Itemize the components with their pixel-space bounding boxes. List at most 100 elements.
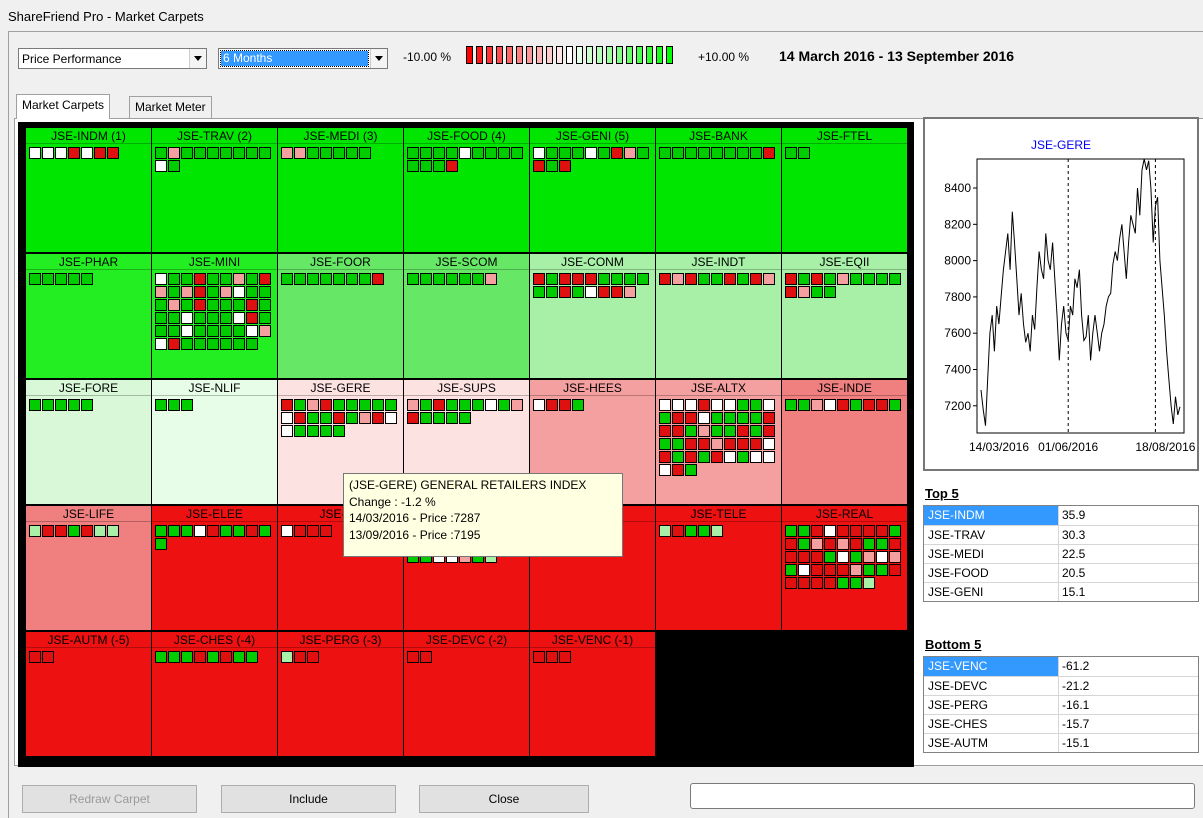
share-square[interactable] xyxy=(824,577,836,589)
share-square[interactable] xyxy=(837,564,849,576)
share-square[interactable] xyxy=(737,425,749,437)
share-square[interactable] xyxy=(863,525,875,537)
share-square[interactable] xyxy=(94,525,106,537)
share-square[interactable] xyxy=(155,325,167,337)
share-square[interactable] xyxy=(559,399,571,411)
share-square[interactable] xyxy=(281,412,293,424)
share-square[interactable] xyxy=(233,325,245,337)
table-row[interactable]: JSE-INDM 35.9 xyxy=(924,506,1198,525)
share-square[interactable] xyxy=(281,651,293,663)
share-square[interactable] xyxy=(798,525,810,537)
share-square[interactable] xyxy=(863,538,875,550)
share-square[interactable] xyxy=(485,273,497,285)
share-square[interactable] xyxy=(546,160,558,172)
share-square[interactable] xyxy=(685,525,697,537)
share-square[interactable] xyxy=(181,399,193,411)
share-square[interactable] xyxy=(511,399,523,411)
share-square[interactable] xyxy=(498,147,510,159)
share-square[interactable] xyxy=(546,286,558,298)
share-square[interactable] xyxy=(29,399,41,411)
share-square[interactable] xyxy=(824,564,836,576)
share-square[interactable] xyxy=(850,273,862,285)
share-square[interactable] xyxy=(220,312,232,324)
share-square[interactable] xyxy=(294,425,306,437)
chevron-down-icon[interactable] xyxy=(189,49,206,68)
share-square[interactable] xyxy=(220,338,232,350)
share-square[interactable] xyxy=(798,564,810,576)
share-square[interactable] xyxy=(724,451,736,463)
sector-cell[interactable]: JSE-MINI xyxy=(152,254,277,378)
share-square[interactable] xyxy=(333,399,345,411)
share-square[interactable] xyxy=(29,525,41,537)
share-square[interactable] xyxy=(194,147,206,159)
share-square[interactable] xyxy=(346,147,358,159)
share-square[interactable] xyxy=(889,273,901,285)
share-square[interactable] xyxy=(407,412,419,424)
share-square[interactable] xyxy=(333,147,345,159)
share-square[interactable] xyxy=(798,147,810,159)
sector-cell[interactable]: JSE-FOOR xyxy=(278,254,403,378)
share-square[interactable] xyxy=(372,412,384,424)
share-square[interactable] xyxy=(333,273,345,285)
share-square[interactable] xyxy=(711,525,723,537)
share-square[interactable] xyxy=(433,147,445,159)
share-square[interactable] xyxy=(307,399,319,411)
share-square[interactable] xyxy=(750,412,762,424)
sector-cell[interactable]: JSE-TELE xyxy=(656,506,781,630)
share-square[interactable] xyxy=(724,425,736,437)
share-square[interactable] xyxy=(246,312,258,324)
share-square[interactable] xyxy=(546,651,558,663)
table-row[interactable]: JSE-TRAV 30.3 xyxy=(924,525,1198,544)
share-square[interactable] xyxy=(281,273,293,285)
share-square[interactable] xyxy=(850,564,862,576)
share-square[interactable] xyxy=(320,425,332,437)
share-square[interactable] xyxy=(168,399,180,411)
share-square[interactable] xyxy=(55,399,67,411)
share-square[interactable] xyxy=(346,273,358,285)
share-square[interactable] xyxy=(55,147,67,159)
share-square[interactable] xyxy=(685,464,697,476)
share-square[interactable] xyxy=(889,399,901,411)
share-square[interactable] xyxy=(294,651,306,663)
share-square[interactable] xyxy=(446,399,458,411)
share-square[interactable] xyxy=(876,564,888,576)
share-square[interactable] xyxy=(220,147,232,159)
share-square[interactable] xyxy=(94,147,106,159)
share-square[interactable] xyxy=(837,525,849,537)
share-square[interactable] xyxy=(207,312,219,324)
share-square[interactable] xyxy=(659,147,671,159)
share-square[interactable] xyxy=(446,412,458,424)
share-square[interactable] xyxy=(194,325,206,337)
share-square[interactable] xyxy=(533,399,545,411)
share-square[interactable] xyxy=(637,147,649,159)
share-square[interactable] xyxy=(194,338,206,350)
share-square[interactable] xyxy=(611,147,623,159)
sector-cell[interactable]: JSE-CHES (-4) xyxy=(152,632,277,756)
share-square[interactable] xyxy=(724,412,736,424)
redraw-carpet-button[interactable]: Redraw Carpet xyxy=(22,785,197,813)
share-square[interactable] xyxy=(559,286,571,298)
share-square[interactable] xyxy=(672,412,684,424)
sector-cell[interactable]: JSE-ALTX xyxy=(656,380,781,504)
share-square[interactable] xyxy=(259,286,271,298)
share-square[interactable] xyxy=(572,399,584,411)
close-button[interactable]: Close xyxy=(419,785,589,813)
share-square[interactable] xyxy=(220,651,232,663)
share-square[interactable] xyxy=(572,286,584,298)
share-square[interactable] xyxy=(233,273,245,285)
share-square[interactable] xyxy=(346,412,358,424)
share-square[interactable] xyxy=(68,147,80,159)
share-square[interactable] xyxy=(533,286,545,298)
share-square[interactable] xyxy=(194,525,206,537)
share-square[interactable] xyxy=(168,338,180,350)
share-square[interactable] xyxy=(220,325,232,337)
share-square[interactable] xyxy=(372,273,384,285)
share-square[interactable] xyxy=(585,273,597,285)
sector-cell[interactable]: JSE-INDT xyxy=(656,254,781,378)
share-square[interactable] xyxy=(698,399,710,411)
share-square[interactable] xyxy=(181,299,193,311)
sector-cell[interactable]: JSE-REAL xyxy=(782,506,907,630)
sector-cell[interactable]: JSE-NLIF xyxy=(152,380,277,504)
share-square[interactable] xyxy=(194,299,206,311)
sector-cell[interactable]: JSE-FORE xyxy=(26,380,151,504)
